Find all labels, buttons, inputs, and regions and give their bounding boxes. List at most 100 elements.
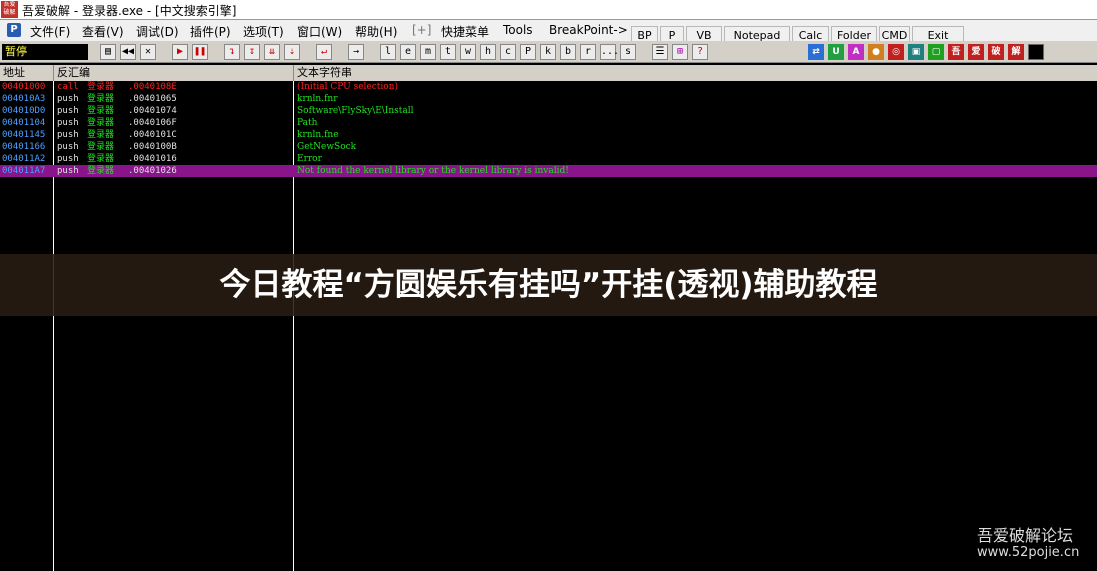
row-string: krnln.fnr [297,94,338,104]
help-icon[interactable]: ? [692,44,708,60]
menu-shortcuts[interactable]: 快捷菜单 [441,23,489,40]
watermark-url: www.52pojie.cn [977,545,1080,560]
run-icon[interactable]: ▶ [172,44,188,60]
list-icon[interactable]: ☰ [652,44,668,60]
toolbar: 暂停 ▤ ◀◀ ✕ ▶ ❚❚ ↴ ↧ ⇊ ⇣ ↵ → l e m t w h c… [0,41,1097,63]
blank-button[interactable] [1028,44,1044,60]
col-text[interactable]: 文本字符串 [294,65,1097,81]
menu-tools[interactable]: Tools [503,23,533,37]
tool-l[interactable]: l [380,44,396,60]
table-row[interactable]: 004010D0 push 登录器 .00401074 Software\Fly… [0,105,1097,117]
row-opcode: push [57,106,79,116]
table-row[interactable]: 00401000 call 登录器 .0040108E (Initial CPU… [0,81,1097,93]
row-string: GetNewSock [297,142,357,152]
trace-over-icon[interactable]: ⇣ [284,44,300,60]
row-target: .0040108E [128,82,177,92]
row-address: 00401104 [2,118,46,128]
row-opcode: call [57,82,79,92]
table-row[interactable]: 004011A2 push 登录器 .00401016 Error [0,153,1097,165]
tool-s[interactable]: s [620,44,636,60]
row-module: 登录器 [87,94,115,104]
goto-icon[interactable]: → [348,44,364,60]
tool-w[interactable]: w [460,44,476,60]
row-string: Software\FlySky\E\Install [297,106,414,116]
menu-view[interactable]: 查看(V) [82,23,124,40]
trace-into-icon[interactable]: ⇊ [264,44,280,60]
row-module: 登录器 [87,106,115,116]
row-module: 登录器 [87,142,115,152]
step-into-icon[interactable]: ↴ [224,44,240,60]
plugin-a-icon[interactable]: A [848,44,864,60]
tool-e[interactable]: e [400,44,416,60]
po-button[interactable]: 破 [988,44,1004,60]
row-opcode: push [57,166,79,176]
col-disasm[interactable]: 反汇编 [54,65,294,81]
jie-button[interactable]: 解 [1008,44,1024,60]
row-string: (Initial CPU selection) [297,82,398,92]
row-address: 004011A2 [2,154,46,164]
row-string: Not found the kernel library or the kern… [297,166,569,176]
plugin-u-icon[interactable]: U [828,44,844,60]
banner-text: 今日教程“方圆娱乐有挂吗”开挂(透视)辅助教程 [219,267,878,303]
menu-help[interactable]: 帮助(H) [355,23,397,40]
plugin-p-icon[interactable]: P [7,23,21,37]
plugin-orb-icon[interactable]: ● [868,44,884,60]
app-icon: 吾爱破解 [1,1,18,18]
open-folder-icon[interactable]: ▤ [100,44,116,60]
wu-button[interactable]: 吾 [948,44,964,60]
table-row[interactable]: 00401104 push 登录器 .0040106F Path [0,117,1097,129]
tool-m[interactable]: m [420,44,436,60]
menu-plugins[interactable]: 插件(P) [190,23,231,40]
table-row[interactable]: 00401166 push 登录器 .0040100B GetNewSock [0,141,1097,153]
row-string: Error [297,154,322,164]
row-module: 登录器 [87,82,115,92]
col-address[interactable]: 地址 [0,65,54,81]
row-opcode: push [57,154,79,164]
row-address: 004011A7 [2,166,46,176]
tool-r[interactable]: r [580,44,596,60]
step-over-icon[interactable]: ↧ [244,44,260,60]
row-opcode: push [57,142,79,152]
row-address: 00401145 [2,130,46,140]
grid-icon[interactable]: ⊞ [672,44,688,60]
rewind-icon[interactable]: ◀◀ [120,44,136,60]
row-target: .0040106F [128,118,177,128]
target-icon[interactable]: ◎ [888,44,904,60]
tool-c[interactable]: c [500,44,516,60]
chip-icon[interactable]: ▣ [908,44,924,60]
menu-debug[interactable]: 调试(D) [136,23,179,40]
menu-breakpoint[interactable]: BreakPoint-> [549,23,628,37]
row-module: 登录器 [87,166,115,176]
tool-p[interactable]: P [520,44,536,60]
tool-t[interactable]: t [440,44,456,60]
menu-expand[interactable]: [+] [412,23,431,37]
ai-button[interactable]: 爱 [968,44,984,60]
watermark-site-name: 吾爱破解论坛 [977,526,1074,545]
pause-icon[interactable]: ❚❚ [192,44,208,60]
table-row-selected[interactable]: 004011A7 push 登录器 .00401026 Not found th… [0,165,1097,177]
tool-b[interactable]: b [560,44,576,60]
row-target: .0040100B [128,142,177,152]
row-target: .0040101C [128,130,177,140]
menu-options[interactable]: 选项(T) [243,23,284,40]
tool-h[interactable]: h [480,44,496,60]
row-string: krnln.fne [297,130,339,140]
execute-till-return-icon[interactable]: ↵ [316,44,332,60]
row-address: 004010A3 [2,94,46,104]
row-module: 登录器 [87,118,115,128]
close-icon[interactable]: ✕ [140,44,156,60]
monitor-icon[interactable]: ▢ [928,44,944,60]
row-target: .00401026 [128,166,177,176]
row-address: 00401000 [2,82,46,92]
row-target: .00401074 [128,106,177,116]
refresh-icon[interactable]: ⇄ [808,44,824,60]
menu-window[interactable]: 窗口(W) [297,23,342,40]
table-row[interactable]: 004010A3 push 登录器 .00401065 krnln.fnr [0,93,1097,105]
row-target: .00401016 [128,154,177,164]
tool-k[interactable]: k [540,44,556,60]
row-opcode: push [57,118,79,128]
row-opcode: push [57,94,79,104]
table-row[interactable]: 00401145 push 登录器 .0040101C krnln.fne [0,129,1097,141]
menu-file[interactable]: 文件(F) [30,23,70,40]
tool-dots[interactable]: ... [600,44,619,60]
